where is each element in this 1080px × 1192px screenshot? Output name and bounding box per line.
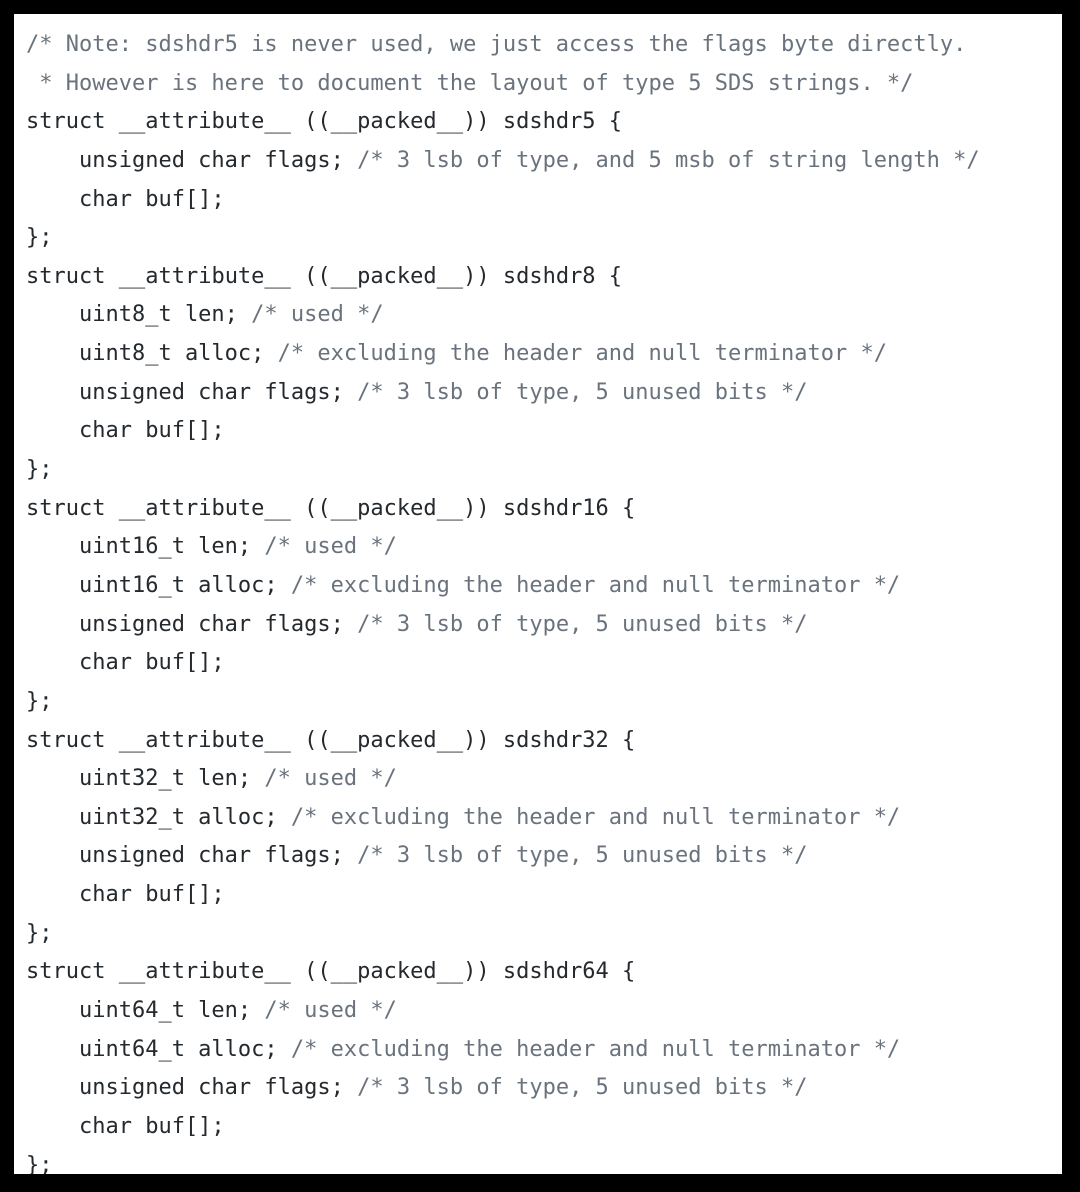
code-body: /* Note: sdshdr5 is never used, we just …: [14, 26, 1062, 1174]
code-token-code: char buf[];: [26, 186, 225, 212]
code-token-code: unsigned char flags;: [26, 147, 358, 173]
code-token-comment: /* used */: [251, 302, 384, 328]
code-line: uint16_t len; /* used */: [14, 528, 1062, 567]
code-token-code: __attribute__ ((__packed__)) sdshdr8 {: [105, 263, 623, 289]
code-token-code: uint64_t alloc;: [26, 1036, 291, 1062]
code-token-code: uint16_t alloc;: [26, 572, 291, 598]
code-token-code: uint32_t alloc;: [26, 804, 291, 830]
code-token-code: };: [26, 920, 53, 946]
code-token-code: __attribute__ ((__packed__)) sdshdr5 {: [105, 109, 623, 135]
code-line: unsigned char flags; /* 3 lsb of type, a…: [14, 142, 1062, 181]
code-line: struct __attribute__ ((__packed__)) sdsh…: [14, 103, 1062, 142]
code-line: uint32_t len; /* used */: [14, 760, 1062, 799]
code-line: uint64_t len; /* used */: [14, 992, 1062, 1031]
code-token-keyword: struct: [26, 109, 106, 135]
code-line: struct __attribute__ ((__packed__)) sdsh…: [14, 722, 1062, 761]
code-token-code: uint64_t len;: [26, 998, 265, 1024]
code-token-code: uint8_t len;: [26, 302, 252, 328]
code-token-code: __attribute__ ((__packed__)) sdshdr64 {: [105, 959, 636, 985]
code-line: };: [14, 219, 1062, 258]
code-line: char buf[];: [14, 644, 1062, 683]
code-image-frame: /* Note: sdshdr5 is never used, we just …: [0, 0, 1080, 1192]
code-token-code: unsigned char flags;: [26, 1075, 358, 1101]
code-line: char buf[];: [14, 181, 1062, 220]
code-token-code: char buf[];: [26, 418, 225, 444]
code-line: uint16_t alloc; /* excluding the header …: [14, 567, 1062, 606]
code-panel: /* Note: sdshdr5 is never used, we just …: [14, 14, 1062, 1174]
code-token-comment: /* excluding the header and null termina…: [290, 1036, 901, 1062]
code-token-comment: /* excluding the header and null termina…: [290, 572, 901, 598]
code-line: char buf[];: [14, 412, 1062, 451]
code-line: /* Note: sdshdr5 is never used, we just …: [14, 26, 1062, 65]
code-line: unsigned char flags; /* 3 lsb of type, 5…: [14, 374, 1062, 413]
code-token-code: };: [26, 688, 53, 714]
code-token-comment: /* used */: [264, 534, 397, 560]
code-token-comment: /* 3 lsb of type, 5 unused bits */: [357, 843, 808, 869]
code-token-code: unsigned char flags;: [26, 379, 358, 405]
code-line: * However is here to document the layout…: [14, 65, 1062, 104]
code-line: uint8_t alloc; /* excluding the header a…: [14, 335, 1062, 374]
code-line: struct __attribute__ ((__packed__)) sdsh…: [14, 490, 1062, 529]
code-line: char buf[];: [14, 876, 1062, 915]
code-token-code: uint32_t len;: [26, 766, 265, 792]
code-token-code: uint16_t len;: [26, 534, 265, 560]
code-line: };: [14, 451, 1062, 490]
code-line: unsigned char flags; /* 3 lsb of type, 5…: [14, 837, 1062, 876]
code-token-code: char buf[];: [26, 1113, 225, 1139]
code-line: };: [14, 683, 1062, 722]
code-token-comment: /* used */: [264, 766, 397, 792]
code-token-code: __attribute__ ((__packed__)) sdshdr16 {: [105, 495, 636, 521]
code-token-comment: /* 3 lsb of type, and 5 msb of string le…: [357, 147, 980, 173]
code-token-code: };: [26, 225, 53, 251]
code-token-comment: /* excluding the header and null termina…: [277, 341, 887, 367]
code-token-keyword: struct: [26, 959, 106, 985]
code-token-code: unsigned char flags;: [26, 843, 358, 869]
code-token-keyword: struct: [26, 263, 106, 289]
code-line: struct __attribute__ ((__packed__)) sdsh…: [14, 258, 1062, 297]
code-line: char buf[];: [14, 1108, 1062, 1147]
code-token-code: char buf[];: [26, 650, 225, 676]
code-token-code: };: [26, 1152, 53, 1174]
code-token-code: };: [26, 457, 53, 483]
code-line: unsigned char flags; /* 3 lsb of type, 5…: [14, 606, 1062, 645]
code-line: uint8_t len; /* used */: [14, 296, 1062, 335]
code-line: struct __attribute__ ((__packed__)) sdsh…: [14, 953, 1062, 992]
code-token-comment: /* 3 lsb of type, 5 unused bits */: [357, 379, 808, 405]
code-token-code: uint8_t alloc;: [26, 341, 278, 367]
code-token-keyword: struct: [26, 495, 106, 521]
code-token-comment: /* Note: sdshdr5 is never used, we just …: [26, 32, 967, 57]
code-line: };: [14, 1147, 1062, 1174]
code-token-keyword: struct: [26, 727, 106, 753]
code-line: uint32_t alloc; /* excluding the header …: [14, 799, 1062, 838]
code-token-comment: /* used */: [264, 998, 397, 1024]
code-token-comment: /* 3 lsb of type, 5 unused bits */: [357, 1075, 808, 1101]
code-token-comment: /* excluding the header and null termina…: [290, 804, 901, 830]
code-token-comment: * However is here to document the layout…: [26, 70, 914, 96]
code-line: unsigned char flags; /* 3 lsb of type, 5…: [14, 1069, 1062, 1108]
code-token-code: unsigned char flags;: [26, 611, 358, 637]
code-token-code: __attribute__ ((__packed__)) sdshdr32 {: [105, 727, 636, 753]
code-line: uint64_t alloc; /* excluding the header …: [14, 1031, 1062, 1070]
code-token-comment: /* 3 lsb of type, 5 unused bits */: [357, 611, 808, 637]
code-line: };: [14, 915, 1062, 954]
code-token-code: char buf[];: [26, 882, 225, 908]
